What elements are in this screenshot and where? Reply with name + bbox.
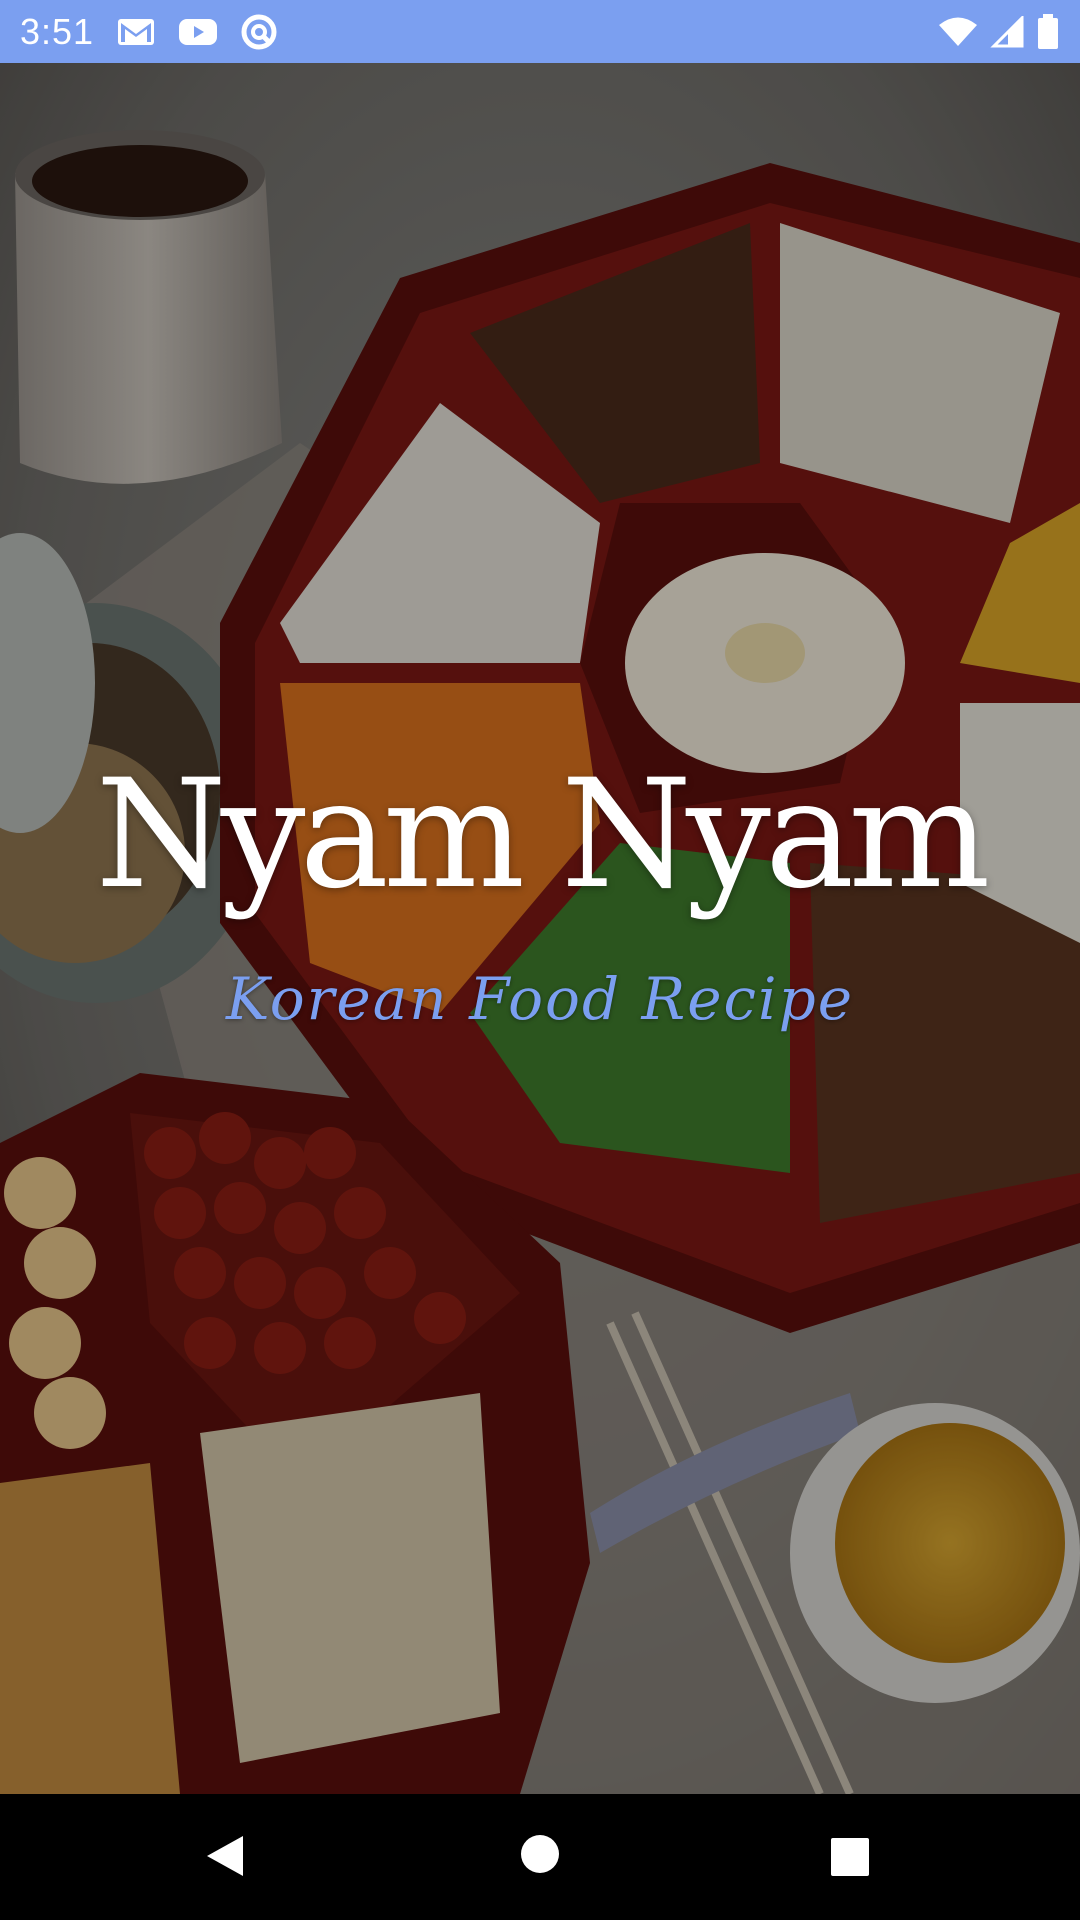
- battery-icon: [1036, 13, 1060, 50]
- status-right: [938, 13, 1060, 50]
- home-icon[interactable]: [520, 1834, 560, 1879]
- gmail-icon: [116, 16, 156, 48]
- navigation-bar: [0, 1794, 1080, 1920]
- wifi-icon: [938, 16, 978, 48]
- recents-icon[interactable]: [830, 1837, 870, 1882]
- back-icon[interactable]: [205, 1834, 245, 1883]
- app-subtitle: Korean Food Recipe: [225, 965, 855, 1033]
- background-food-photo: [0, 63, 1080, 1794]
- sync-icon: [240, 13, 278, 51]
- status-left: 3:51: [20, 11, 278, 53]
- photo-dim-overlay: [0, 63, 1080, 1794]
- status-bar: 3:51: [0, 0, 1080, 63]
- status-time: 3:51: [20, 10, 95, 52]
- cell-signal-icon: [990, 15, 1024, 48]
- youtube-icon: [178, 17, 218, 47]
- app-title: Nyam Nyam: [95, 748, 991, 922]
